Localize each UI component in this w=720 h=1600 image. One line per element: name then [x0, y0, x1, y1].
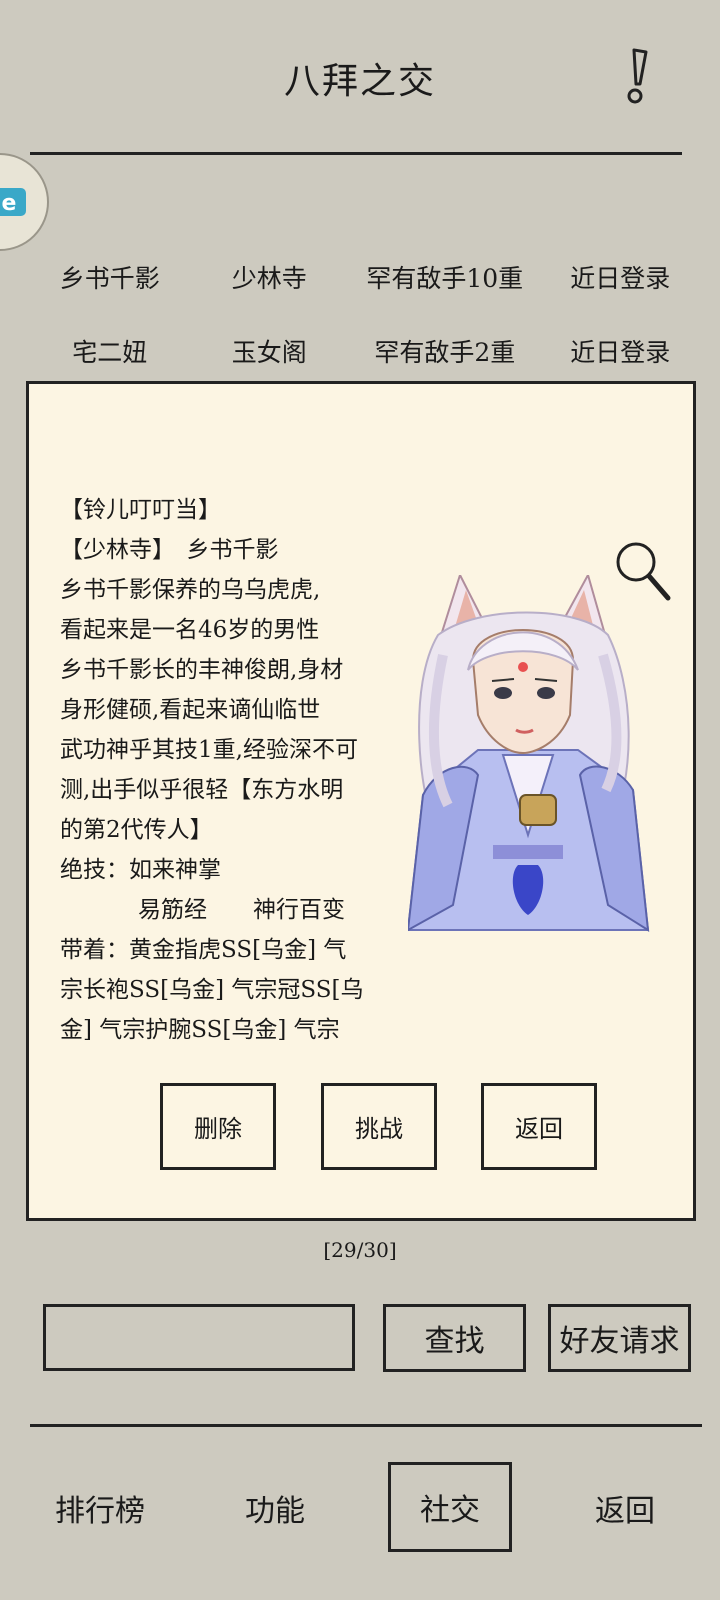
desc-line: 易筋经 神行百变 [138, 897, 345, 923]
desc-line: 身形健硕,看起来谪仙临世 [60, 697, 321, 723]
svg-text:e: e [2, 191, 17, 216]
desc-line: 的第2代传人】 [60, 817, 213, 843]
desc-line: 【铃儿叮叮当】 [60, 497, 221, 523]
friend-status: 近日登录 [570, 264, 671, 293]
delete-button[interactable]: 删除 [160, 1083, 276, 1170]
desc-line: 宗长袍SS[乌金] 气宗冠SS[乌 [60, 977, 364, 1003]
search-input[interactable] [43, 1304, 355, 1371]
friend-request-button[interactable]: 好友请求 [548, 1304, 691, 1372]
desc-line: 绝技：如来神掌 [60, 857, 221, 883]
page-title: 八拜之交 [283, 61, 436, 102]
desc-line: 测,出手似乎很轻【东方水明 [60, 777, 344, 803]
desc-line: 乡书千影长的丰神俊朗,身材 [60, 657, 344, 683]
friend-name: 宅二妞 [72, 338, 148, 367]
friend-row[interactable]: 宅二妞 玉女阁 罕有敌手2重 近日登录 [30, 314, 700, 388]
friend-sect: 玉女阁 [231, 338, 307, 367]
friend-description[interactable]: 【铃儿叮叮当】 【少林寺】 乡书千影 乡书千影保养的乌乌虎虎, 看起来是一名46… [60, 490, 400, 1055]
friend-sect: 少林寺 [231, 264, 307, 293]
desc-line: 武功神乎其技1重,经验深不可 [60, 737, 358, 763]
friend-list: 乡书千影 少林寺 罕有敌手10重 近日登录 宅二妞 玉女阁 罕有敌手2重 近日登… [30, 240, 700, 388]
desc-line: 看起来是一名46岁的男性 [60, 617, 320, 643]
side-tab-icon[interactable]: e [0, 152, 50, 252]
nav-ranking[interactable]: 排行榜 [10, 1468, 190, 1548]
friend-row[interactable]: 乡书千影 少林寺 罕有敌手10重 近日登录 [30, 240, 700, 314]
footer-divider [30, 1424, 702, 1427]
friend-status: 近日登录 [570, 338, 671, 367]
desc-line: 带着：黄金指虎SS[乌金] 气 [60, 937, 347, 963]
nav-back[interactable]: 返回 [535, 1468, 715, 1548]
desc-line: 金] 气宗护腕SS[乌金] 气宗 [60, 1017, 340, 1043]
nav-functions[interactable]: 功能 [185, 1468, 365, 1548]
find-button[interactable]: 查找 [383, 1304, 526, 1372]
friend-rank: 罕有敌手10重 [366, 264, 524, 293]
desc-line: 乡书千影保养的乌乌虎虎, [60, 577, 321, 603]
friend-name: 乡书千影 [59, 264, 160, 293]
exclamation-icon[interactable] [620, 46, 656, 106]
character-portrait [408, 575, 650, 932]
friend-count: [29/30] [323, 1238, 397, 1262]
challenge-button[interactable]: 挑战 [321, 1083, 437, 1170]
nav-social[interactable]: 社交 [388, 1462, 512, 1552]
panel-back-button[interactable]: 返回 [481, 1083, 597, 1170]
desc-line: 【少林寺】 乡书千影 [60, 537, 279, 563]
friend-rank: 罕有敌手2重 [374, 338, 516, 367]
header-divider [30, 152, 682, 155]
